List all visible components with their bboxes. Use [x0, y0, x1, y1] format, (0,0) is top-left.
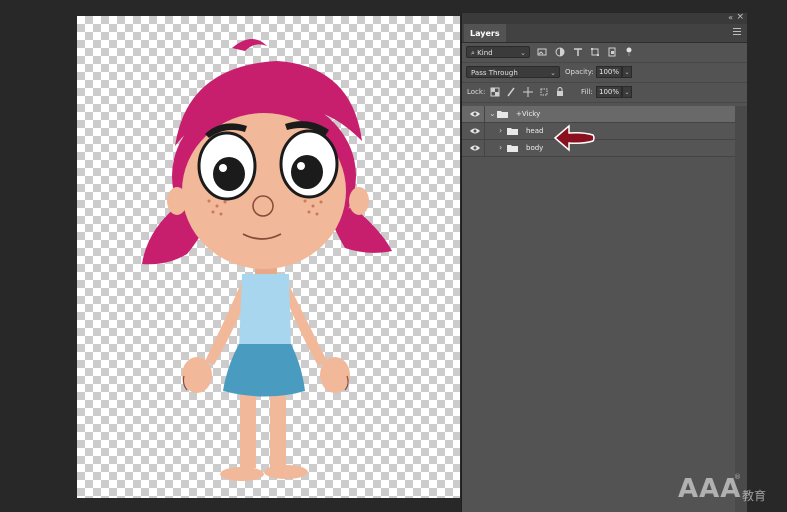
lock-label: Lock: [467, 88, 486, 96]
watermark-cn: 教育 [742, 489, 767, 503]
lock-transparent-pixels-icon[interactable] [490, 87, 500, 97]
panel-title-bar: « × [462, 12, 747, 24]
chevron-right-icon[interactable]: › [499, 142, 502, 154]
layer-name: body [526, 144, 544, 152]
lock-row: Lock: Fill: 100% ⌄ [462, 83, 747, 103]
layer-row[interactable]: › head [462, 123, 735, 140]
layer-row[interactable]: ⌄ +Vicky [462, 106, 735, 123]
shape-filter-icon[interactable] [590, 47, 600, 57]
fill-input[interactable]: 100% [596, 86, 622, 98]
fill-label: Fill: [581, 88, 593, 96]
layer-name: head [526, 127, 544, 135]
lock-position-icon[interactable] [523, 87, 533, 97]
watermark-logo: AAA [678, 474, 742, 504]
chevron-right-icon[interactable]: › [499, 125, 502, 137]
visibility-eye-icon[interactable] [470, 110, 480, 118]
blend-row: Pass Through ⌄ Opacity: 100% ⌄ [462, 63, 747, 83]
adjustment-filter-icon[interactable] [555, 47, 565, 57]
close-icon[interactable]: × [736, 12, 744, 22]
double-chevron-icon[interactable]: « [728, 13, 733, 22]
layer-name: +Vicky [516, 110, 541, 118]
opacity-label: Opacity: [565, 68, 594, 76]
visibility-eye-icon[interactable] [470, 144, 480, 152]
visibility-eye-icon[interactable] [470, 127, 480, 135]
lock-all-icon[interactable] [555, 87, 565, 97]
blend-mode-select[interactable]: Pass Through ⌄ [466, 66, 560, 78]
registered-mark: ® [734, 473, 741, 481]
chevron-down-icon[interactable]: ⌄ [489, 108, 496, 120]
folder-icon [507, 128, 518, 135]
document-canvas[interactable] [77, 16, 460, 498]
image-filter-icon[interactable] [537, 47, 547, 57]
layer-row[interactable]: › body [462, 140, 735, 157]
panel-tab-bar: Layers [462, 24, 747, 43]
lock-image-pixels-icon[interactable] [506, 87, 516, 97]
character-illustration [142, 38, 392, 481]
panel-menu-icon[interactable] [733, 28, 741, 36]
fill-dropdown[interactable]: ⌄ [622, 86, 632, 98]
filter-row: ⌕ Kind ⌄ [462, 43, 747, 63]
folder-icon [497, 111, 508, 118]
toggle-dot-icon[interactable] [624, 47, 634, 57]
layers-scrollbar[interactable] [735, 106, 747, 512]
layer-list: ⌄ +Vicky › head › body [462, 106, 735, 157]
annotation-arrow-icon [553, 124, 595, 152]
kind-filter-select[interactable]: ⌕ Kind ⌄ [466, 46, 530, 58]
tab-layers[interactable]: Layers [464, 24, 506, 42]
kind-filter-label: Kind [477, 49, 493, 57]
type-filter-icon[interactable] [573, 47, 583, 57]
chevron-down-icon: ⌄ [550, 69, 556, 77]
smart-object-filter-icon[interactable] [607, 47, 617, 57]
chevron-down-icon: ⌄ [520, 49, 526, 57]
layers-panel: « × Layers ⌕ Kind ⌄ Pass Through ⌄ Opaci… [461, 12, 747, 512]
opacity-dropdown[interactable]: ⌄ [622, 66, 632, 78]
folder-icon [507, 145, 518, 152]
opacity-input[interactable]: 100% [596, 66, 622, 78]
lock-artboard-icon[interactable] [539, 87, 549, 97]
blend-mode-value: Pass Through [471, 69, 518, 77]
